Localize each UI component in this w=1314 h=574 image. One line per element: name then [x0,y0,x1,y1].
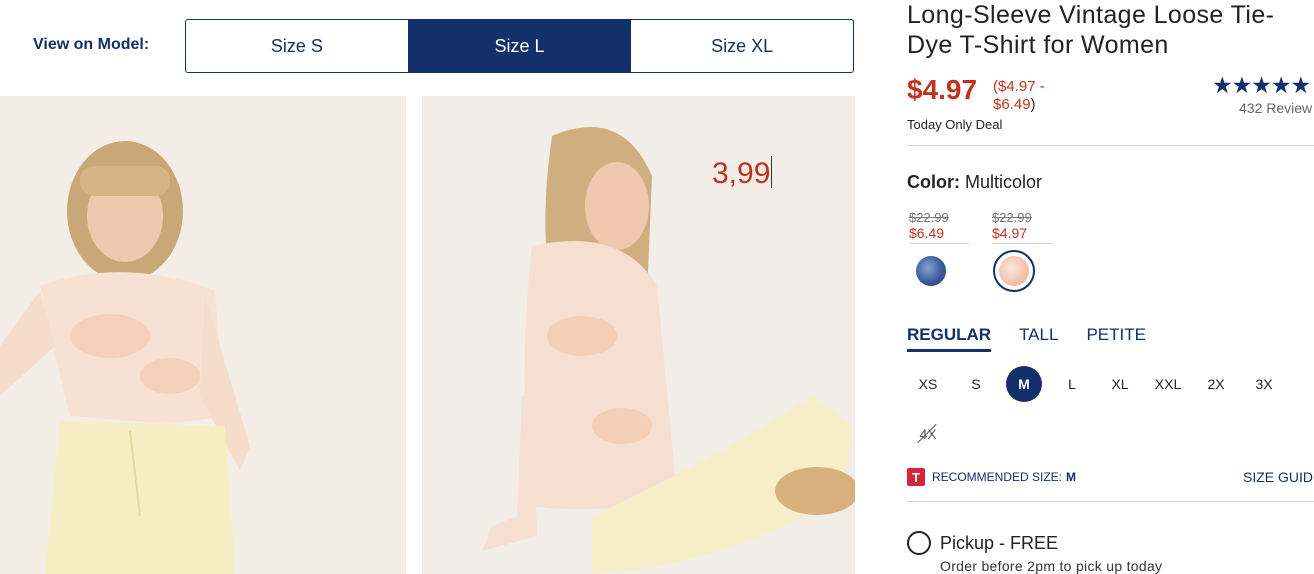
swatch-new-price: $4.97 [992,225,1052,244]
tab-regular[interactable]: REGULAR [907,325,992,352]
size-s-button[interactable]: S [958,366,994,402]
color-row: Color: Multicolor [907,172,1042,193]
typed-price-value: 3,99 [712,157,771,190]
fit-tabs: REGULAR TALL PETITE [907,325,1146,352]
swatch-peach-fill [999,256,1029,286]
product-title-line-2: Dye T-Shirt for Women [907,31,1169,59]
reviews-link[interactable]: 432 Review [1239,100,1312,116]
product-photo-front[interactable] [0,96,406,574]
product-title-line-1: Long-Sleeve Vintage Loose Tie- [907,1,1275,29]
deal-label: Today Only Deal [907,117,1003,132]
color-label: Color: [907,172,960,192]
swatch-old-price: $22.99 [909,210,949,225]
price-range-line-2: $6.49 [993,96,1031,113]
model-size-s-button[interactable]: Size S [186,20,409,72]
recommended-size-label: RECOMMENDED SIZE: [932,470,1063,484]
swatch-peach-tie-dye-selected[interactable] [993,250,1035,292]
recommended-size-value: M [1066,470,1077,484]
color-value: Multicolor [965,172,1043,192]
size-2x-button[interactable]: 2X [1198,366,1234,402]
pickup-label[interactable]: Pickup - FREE [940,533,1058,554]
tab-petite[interactable]: PETITE [1086,325,1146,352]
current-price: $4.97 [907,74,978,105]
price-range-line-1: ($4.97 - [993,78,1045,95]
fit-assistant-icon: T [907,468,925,486]
size-guide-link[interactable]: SIZE GUID [1243,469,1313,485]
tab-tall[interactable]: TALL [1019,325,1058,352]
size-4x-label: 4X [919,426,937,442]
size-xs-button[interactable]: XS [910,366,946,402]
swatch-old-price: $22.99 [992,210,1032,225]
divider [907,145,1314,146]
size-l-button[interactable]: L [1054,366,1090,402]
pickup-radio[interactable] [907,531,931,555]
price-range-close: ) [1030,96,1036,113]
divider [907,501,1314,502]
swatch-new-price: $6.49 [909,225,969,244]
size-4x-button-unavailable[interactable]: 4X [910,416,946,452]
pickup-subtext: Order before 2pm to pick up today [940,558,1163,574]
product-title: Long-Sleeve Vintage Loose Tie- Dye T-Shi… [907,0,1314,60]
model-size-toggle: Size S Size L Size XL [185,19,854,73]
size-m-button[interactable]: M [1006,366,1042,402]
text-caret [771,156,773,188]
product-photo-back[interactable]: 3,99 [422,96,855,574]
recommended-size: T RECOMMENDED SIZE: M [907,468,1076,486]
model-size-l-button[interactable]: Size L [408,20,632,72]
size-3x-button[interactable]: 3X [1246,366,1282,402]
view-on-model-label: View on Model: [33,36,150,53]
size-xl-button[interactable]: XL [1102,366,1138,402]
model-size-xl-button[interactable]: Size XL [631,20,853,72]
price-range: ($4.97 - $6.49) [993,78,1045,114]
rating-stars-icon[interactable]: ★★★★★ [1212,72,1311,99]
swatch-price-peach: $22.99 $4.97 [992,210,1052,244]
swatch-blue-tie-dye[interactable] [916,256,946,286]
size-xxl-button[interactable]: XXL [1150,366,1186,402]
swatch-price-blue: $22.99 $6.49 [909,210,969,244]
typed-price-text[interactable]: 3,99 [712,156,773,191]
